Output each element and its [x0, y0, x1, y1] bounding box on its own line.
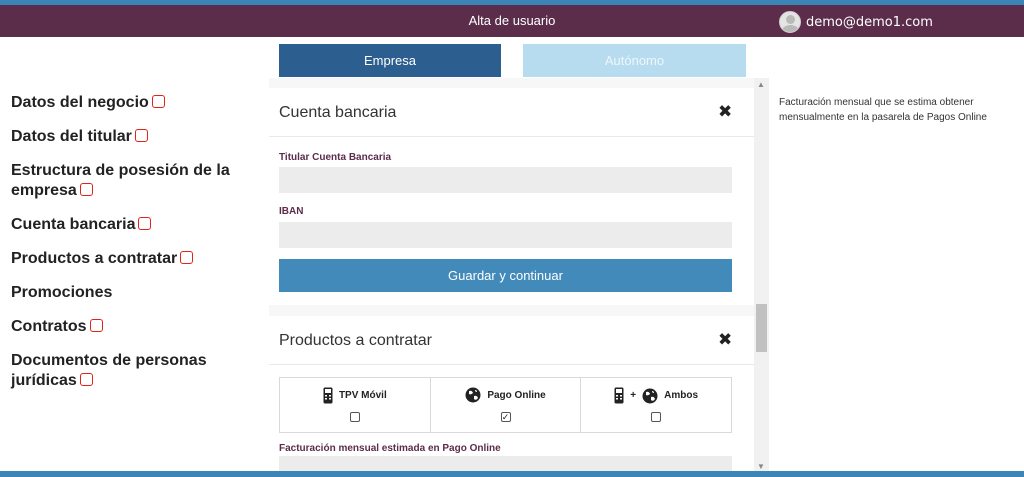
- scroll-down-icon[interactable]: ▼: [757, 462, 765, 471]
- ambos-checkbox[interactable]: [651, 412, 662, 422]
- form-content: Cuenta bancaria ✖ Titular Cuenta Bancari…: [269, 78, 754, 471]
- product-options: TPV Móvil Pago Online ✓ + Ambos: [279, 377, 732, 433]
- incomplete-icon: [79, 183, 93, 196]
- monthly-billing-input[interactable]: [279, 456, 732, 471]
- incomplete-icon: [89, 319, 103, 332]
- sidebar-item-promociones[interactable]: Promociones: [11, 283, 251, 303]
- sidebar-item-label: Estructura de posesión de la empresa: [11, 162, 230, 199]
- globe-icon: [642, 388, 658, 403]
- sidebar-item-estructura-posesion[interactable]: Estructura de posesión de la empresa: [11, 161, 251, 201]
- sidebar-item-label: Documentos de personas jurídicas: [11, 352, 207, 389]
- incomplete-icon: [79, 373, 93, 386]
- sidebar-item-label: Contratos: [11, 318, 87, 335]
- sidebar-item-datos-titular[interactable]: Datos del titular: [11, 127, 251, 147]
- incomplete-icon: [151, 95, 165, 108]
- sidebar-item-label: Datos del negocio: [11, 94, 149, 111]
- iban-label: IBAN: [279, 206, 304, 217]
- form-scroll-panel[interactable]: Cuenta bancaria ✖ Titular Cuenta Bancari…: [269, 78, 769, 471]
- bank-account-section: Cuenta bancaria ✖ Titular Cuenta Bancari…: [269, 88, 754, 305]
- section-title: Productos a contratar: [279, 332, 432, 349]
- close-icon[interactable]: ✖: [718, 102, 732, 122]
- sidebar-item-label: Datos del titular: [11, 128, 132, 145]
- section-header: Productos a contratar ✖: [269, 316, 754, 365]
- iban-input[interactable]: [279, 222, 732, 248]
- sidebar-item-contratos[interactable]: Contratos: [11, 317, 251, 337]
- help-text: Facturación mensual que se estima obtene…: [779, 97, 987, 123]
- billing-label: Facturación mensual estimada en Pago Onl…: [279, 443, 501, 454]
- online-checkbox[interactable]: ✓: [500, 412, 511, 422]
- user-email[interactable]: demo@demo1.com: [806, 15, 933, 30]
- sidebar-item-documentos-juridicas[interactable]: Documentos de personas jurídicas: [11, 351, 251, 391]
- user-menu[interactable]: demo@demo1.com: [779, 11, 933, 33]
- plus-sign: +: [630, 390, 637, 401]
- steps-sidebar: Datos del negocio Datos del titular Estr…: [11, 93, 251, 405]
- globe-icon: [465, 387, 481, 403]
- scroll-up-icon[interactable]: ▲: [757, 80, 765, 89]
- product-option-tpv[interactable]: TPV Móvil: [280, 378, 431, 432]
- save-continue-button[interactable]: Guardar y continuar: [279, 259, 732, 292]
- avatar[interactable]: [779, 11, 801, 33]
- incomplete-icon: [180, 251, 194, 264]
- product-label: TPV Móvil: [338, 390, 387, 401]
- mobile-pos-icon: [323, 387, 333, 404]
- sidebar-item-datos-negocio[interactable]: Datos del negocio: [11, 93, 251, 113]
- section-title: Cuenta bancaria: [279, 104, 397, 121]
- product-option-online[interactable]: Pago Online ✓: [431, 378, 582, 432]
- products-section: Productos a contratar ✖ TPV Móvil Pago O…: [269, 316, 754, 471]
- sidebar-item-label: Productos a contratar: [11, 250, 178, 267]
- sidebar-item-label: Promociones: [11, 284, 113, 301]
- scrollbar[interactable]: ▲ ▼: [754, 78, 769, 471]
- tab-autonomo[interactable]: Autónomo: [523, 44, 746, 77]
- product-label: Pago Online: [487, 389, 546, 401]
- scrollbar-thumb[interactable]: [756, 304, 767, 352]
- close-icon[interactable]: ✖: [718, 330, 732, 350]
- product-label: Ambos: [664, 390, 699, 401]
- sidebar-item-label: Cuenta bancaria: [11, 216, 136, 233]
- sidebar-item-productos[interactable]: Productos a contratar: [11, 249, 251, 269]
- product-option-ambos[interactable]: + Ambos: [581, 378, 731, 432]
- incomplete-icon: [138, 217, 152, 230]
- tab-empresa[interactable]: Empresa: [279, 44, 501, 77]
- account-holder-input[interactable]: [279, 167, 732, 193]
- mobile-pos-icon: [614, 387, 624, 404]
- section-header: Cuenta bancaria ✖: [269, 88, 754, 137]
- sidebar-item-cuenta-bancaria[interactable]: Cuenta bancaria: [11, 215, 251, 235]
- bottom-accent-strip: [0, 471, 1024, 477]
- tpv-checkbox[interactable]: [349, 412, 360, 422]
- holder-label: Titular Cuenta Bancaria: [279, 152, 392, 163]
- app-header: Alta de usuario demo@demo1.com: [0, 5, 1024, 37]
- incomplete-icon: [134, 129, 148, 142]
